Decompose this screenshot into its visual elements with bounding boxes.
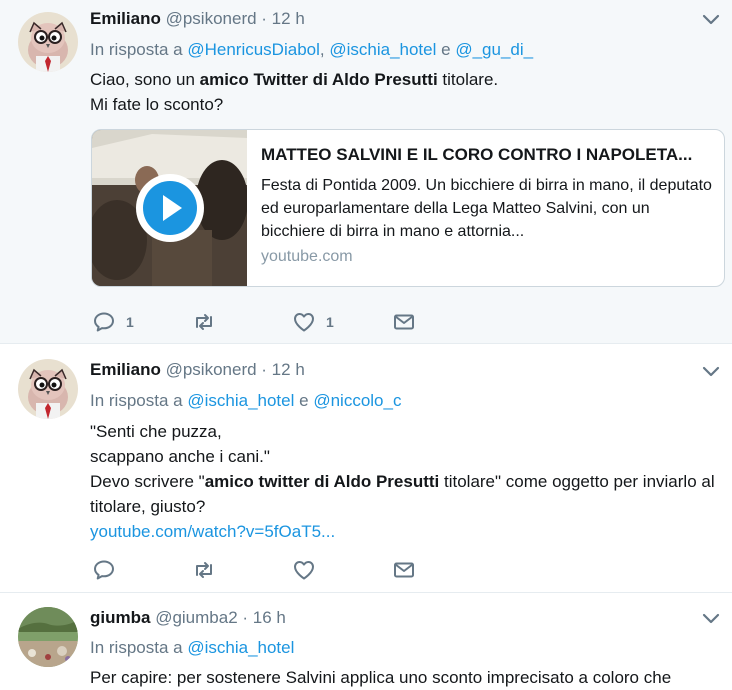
tweet[interactable]: Emiliano @psikonerd · 12 h In risposta a… — [0, 344, 732, 593]
tweet-time[interactable]: · 12 h — [261, 360, 304, 379]
tweet-time[interactable]: · 12 h — [261, 9, 304, 28]
mention-link[interactable]: @niccolo_c — [313, 391, 401, 410]
separator: , — [319, 40, 325, 59]
separator: e — [299, 391, 309, 410]
user-handle[interactable]: @psikonerd — [166, 360, 257, 379]
card-body: MATTEO SALVINI E IL CORO CONTRO I NAPOLE… — [261, 144, 713, 266]
user-name[interactable]: giumba — [90, 608, 150, 627]
mention-link[interactable]: @HenricusDiabol — [187, 40, 320, 59]
tweet-time[interactable]: · 16 h — [242, 608, 285, 627]
owl-avatar-icon — [18, 12, 78, 72]
chevron-down-icon[interactable] — [702, 613, 720, 625]
tweet-header: Emiliano @psikonerd · 12 h — [90, 360, 305, 380]
avatar[interactable] — [18, 607, 78, 667]
mention-link[interactable]: @ischia_hotel — [187, 638, 294, 657]
user-name[interactable]: Emiliano — [90, 9, 161, 28]
card-title: MATTEO SALVINI E IL CORO CONTRO I NAPOLE… — [261, 145, 693, 164]
landscape-avatar-icon — [18, 607, 78, 667]
reply-icon — [92, 558, 116, 582]
user-name[interactable]: Emiliano — [90, 360, 161, 379]
tweet[interactable]: Emiliano @psikonerd · 12 h In risposta a… — [0, 0, 732, 344]
tweet-text: Per capire: per sostenere Salvini applic… — [90, 668, 672, 687]
direct-message-button[interactable] — [392, 310, 416, 334]
avatar[interactable] — [18, 12, 78, 72]
chevron-down-icon[interactable] — [702, 14, 720, 26]
separator: e — [441, 40, 451, 59]
envelope-icon — [392, 310, 416, 334]
tweet-header: Emiliano @psikonerd · 12 h — [90, 9, 305, 29]
avatar[interactable] — [18, 359, 78, 419]
reply-prefix: In risposta a — [90, 638, 183, 657]
user-handle[interactable]: @psikonerd — [166, 9, 257, 28]
tweet-header: giumba @giumba2 · 16 h — [90, 608, 286, 628]
direct-message-button[interactable] — [392, 558, 416, 582]
heart-icon — [292, 558, 316, 582]
like-count: 1 — [326, 314, 334, 330]
reply-button[interactable] — [92, 558, 116, 582]
text-bold: amico Twitter di Aldo Presutti — [199, 70, 438, 89]
retweet-icon — [192, 558, 216, 582]
heart-icon — [292, 310, 316, 334]
chevron-down-icon[interactable] — [702, 366, 720, 378]
text-segment: Ciao, sono un — [90, 70, 200, 89]
retweet-button[interactable] — [192, 558, 216, 582]
mention-link[interactable]: @_gu_di_ — [455, 40, 533, 59]
retweet-icon — [192, 310, 216, 334]
reply-count: 1 — [126, 314, 134, 330]
reply-prefix: In risposta a — [90, 391, 183, 410]
reply-prefix: In risposta a — [90, 40, 183, 59]
text-segment: titolare. — [437, 70, 499, 89]
like-button[interactable] — [292, 558, 316, 582]
tweet-text: Ciao, sono un amico Twitter di Aldo Pres… — [90, 67, 725, 117]
reply-context: In risposta a @ischia_hotel — [90, 638, 294, 658]
text-segment: Devo scrivere " — [90, 472, 205, 491]
retweet-button[interactable] — [192, 310, 216, 334]
video-thumbnail[interactable] — [92, 130, 247, 286]
tweet-text: "Senti che puzza, scappano anche i cani.… — [90, 419, 725, 544]
reply-context: In risposta a @ischia_hotel e @niccolo_c — [90, 391, 401, 411]
mention-link[interactable]: @ischia_hotel — [329, 40, 436, 59]
user-handle[interactable]: @giumba2 — [155, 608, 237, 627]
text-bold: amico twitter di Aldo Presutti — [204, 472, 440, 491]
link-card[interactable]: MATTEO SALVINI E IL CORO CONTRO I NAPOLE… — [91, 129, 725, 287]
envelope-icon — [392, 558, 416, 582]
tweet[interactable]: giumba @giumba2 · 16 h In risposta a @is… — [0, 593, 732, 687]
text-line: scappano anche i cani." — [90, 447, 270, 466]
text-line: Mi fate lo sconto? — [90, 95, 224, 114]
reply-icon — [92, 310, 116, 334]
owl-avatar-icon — [18, 359, 78, 419]
youtube-link[interactable]: youtube.com/watch?v=5fOaT5... — [90, 519, 725, 544]
mention-link[interactable]: @ischia_hotel — [187, 391, 294, 410]
text-line: "Senti che puzza, — [90, 422, 222, 441]
card-description: Festa di Pontida 2009. Un bicchiere di b… — [261, 177, 712, 240]
reply-context: In risposta a @HenricusDiabol, @ischia_h… — [90, 40, 533, 60]
card-domain: youtube.com — [261, 248, 353, 265]
like-button[interactable]: 1 — [292, 310, 334, 334]
reply-button[interactable]: 1 — [92, 310, 134, 334]
